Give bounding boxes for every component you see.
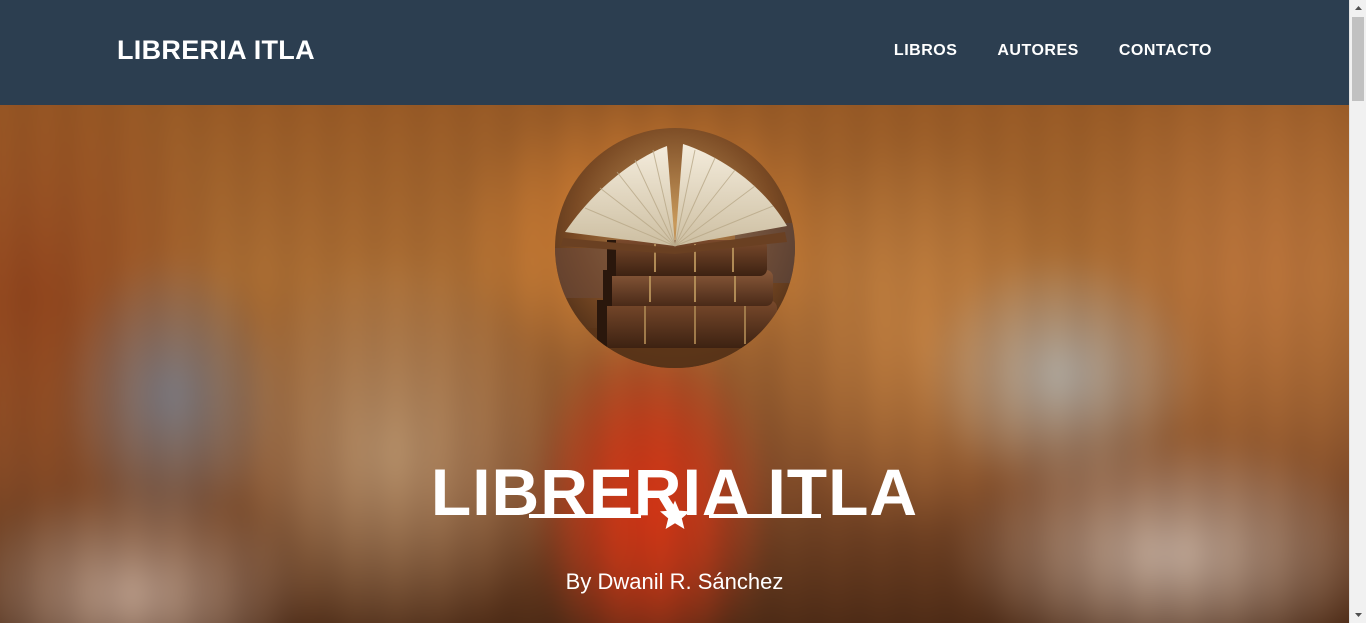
nav-link-contacto[interactable]: CONTACTO [1119, 42, 1212, 60]
scroll-down-arrow-icon[interactable] [1350, 606, 1366, 623]
page: LIBRERIA ITLA LIBROS AUTORES CONTACTO LI… [0, 0, 1349, 623]
divider-line-right [709, 514, 821, 518]
star-divider [529, 499, 821, 533]
open-book-stack-icon [555, 128, 795, 368]
brand-link[interactable]: LIBRERIA ITLA [117, 35, 315, 66]
scroll-up-arrow-icon[interactable] [1350, 0, 1366, 17]
star-icon [660, 500, 690, 529]
vertical-scrollbar[interactable] [1349, 0, 1366, 623]
navbar: LIBRERIA ITLA LIBROS AUTORES CONTACTO [0, 0, 1349, 105]
hero-avatar-image [555, 128, 795, 368]
divider-line-left [529, 514, 641, 518]
scrollbar-thumb[interactable] [1352, 17, 1364, 101]
hero-subtitle: By Dwanil R. Sánchez [565, 569, 784, 594]
nav-link-autores[interactable]: AUTORES [997, 42, 1078, 60]
nav-links: LIBROS AUTORES CONTACTO [854, 42, 1212, 60]
hero-section: LIBRERIA ITLA By Dwanil R. Sánchez [0, 105, 1349, 623]
nav-link-libros[interactable]: LIBROS [894, 42, 957, 60]
